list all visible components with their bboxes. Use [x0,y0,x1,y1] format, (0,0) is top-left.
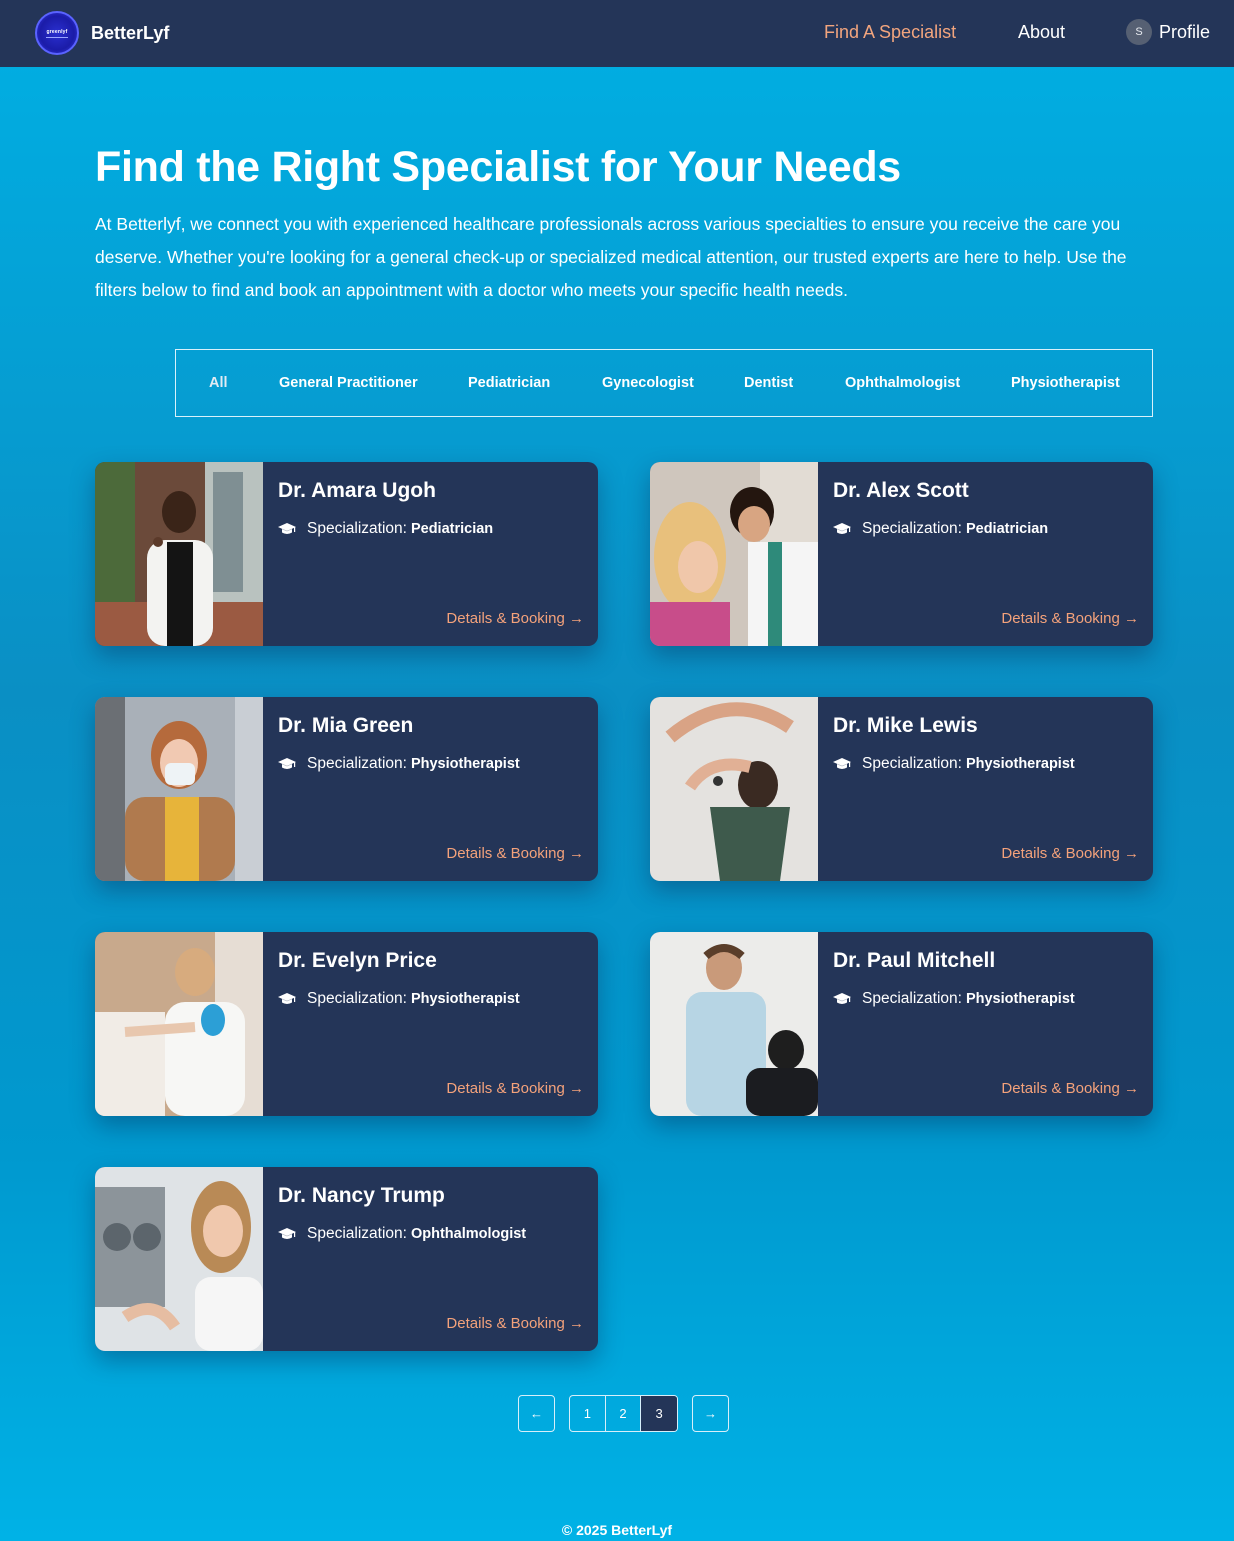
doctor-photo [650,932,818,1116]
page-title: Find the Right Specialist for Your Needs [95,143,901,191]
doctor-specialization: Specialization: Physiotherapist [278,755,520,773]
graduation-cap-icon [833,757,851,771]
specialization-label: Specialization: [307,755,407,772]
logo[interactable]: greenlyf [35,11,79,55]
specialization-value: Pediatrician [410,521,494,537]
logo-text: greenlyf [46,28,68,35]
doctor-specialization: Specialization: Physiotherapist [278,990,520,1008]
doctor-name: Dr. Paul Mitchell [833,949,996,972]
filter-general-practitioner[interactable]: General Practitioner [279,375,418,391]
doctor-photo [95,462,263,646]
doctor-name: Dr. Alex Scott [833,479,969,502]
details-booking-link[interactable]: Details & Booking → [446,1080,584,1097]
footer-copyright: © 2025 BetterLyf [561,1522,673,1538]
pagination-next-button[interactable]: → [692,1395,729,1432]
doctor-card[interactable]: Dr. Amara Ugoh Specialization: Pediatric… [95,462,598,646]
graduation-cap-icon [278,992,296,1006]
specialization-value: Ophthalmologist [410,1226,527,1242]
pagination-prev-button[interactable]: ← [518,1395,555,1432]
page-button-3[interactable]: 3 [641,1396,677,1431]
graduation-cap-icon [278,522,296,536]
pagination-pages: 1 2 3 [569,1395,678,1432]
doctor-specialization: Specialization: Physiotherapist [833,990,1075,1008]
profile-label[interactable]: Profile [1159,22,1210,43]
specialization-label: Specialization: [307,1225,407,1242]
details-booking-link[interactable]: Details & Booking → [1001,610,1139,627]
graduation-cap-icon [833,992,851,1006]
filter-ophthalmologist[interactable]: Ophthalmologist [845,375,960,391]
details-booking-link[interactable]: Details & Booking → [1001,845,1139,862]
doctor-card[interactable]: Dr. Paul Mitchell Specialization: Physio… [650,932,1153,1116]
specialization-value: Physiotherapist [410,991,520,1007]
filter-physiotherapist[interactable]: Physiotherapist [1011,375,1120,391]
doctor-specialization: Specialization: Ophthalmologist [278,1225,526,1243]
doctor-photo [650,697,818,881]
doctor-photo [95,697,263,881]
doctor-specialization: Specialization: Pediatrician [278,520,493,538]
specialization-value: Pediatrician [965,521,1049,537]
specialization-label: Specialization: [862,755,962,772]
filter-dentist[interactable]: Dentist [744,375,793,391]
doctor-card[interactable]: Dr. Mia Green Specialization: Physiother… [95,697,598,881]
doctor-photo [95,1167,263,1351]
brand[interactable]: greenlyf BetterLyf [35,11,169,55]
details-booking-link[interactable]: Details & Booking → [446,610,584,627]
details-booking-link[interactable]: Details & Booking → [446,1315,584,1332]
graduation-cap-icon [833,522,851,536]
details-booking-link[interactable]: Details & Booking → [446,845,584,862]
doctor-name: Dr. Nancy Trump [278,1184,445,1207]
brand-name[interactable]: BetterLyf [91,23,169,44]
specialty-filter-bar: All General Practitioner Pediatrician Gy… [175,349,1153,417]
arrow-right-icon: → [704,1406,717,1421]
filter-all[interactable]: All [209,375,228,391]
page-button-2[interactable]: 2 [606,1396,642,1431]
nav-profile[interactable]: S Profile [1126,19,1210,45]
specialization-label: Specialization: [862,520,962,537]
avatar[interactable]: S [1126,19,1152,45]
doctor-specialization: Specialization: Physiotherapist [833,755,1075,773]
doctor-name: Dr. Amara Ugoh [278,479,436,502]
doctor-name: Dr. Evelyn Price [278,949,437,972]
specialization-label: Specialization: [307,520,407,537]
doctor-card[interactable]: Dr. Evelyn Price Specialization: Physiot… [95,932,598,1116]
logo-divider [46,36,68,38]
graduation-cap-icon [278,757,296,771]
filter-gynecologist[interactable]: Gynecologist [602,375,694,391]
details-booking-link[interactable]: Details & Booking → [1001,1080,1139,1097]
page-button-1[interactable]: 1 [570,1396,606,1431]
doctor-name: Dr. Mia Green [278,714,414,737]
doctor-photo [95,932,263,1116]
graduation-cap-icon [278,1227,296,1241]
doctor-name: Dr. Mike Lewis [833,714,978,737]
doctor-card[interactable]: Dr. Nancy Trump Specialization: Ophthalm… [95,1167,598,1351]
nav-find-specialist[interactable]: Find A Specialist [824,22,956,43]
navbar: greenlyf BetterLyf Find A Specialist Abo… [0,0,1234,67]
specialization-value: Physiotherapist [965,756,1075,772]
specialization-value: Physiotherapist [410,756,520,772]
specialization-label: Specialization: [862,990,962,1007]
doctor-card[interactable]: Dr. Alex Scott Specialization: Pediatric… [650,462,1153,646]
specialization-value: Physiotherapist [965,991,1075,1007]
specialization-label: Specialization: [307,990,407,1007]
arrow-left-icon: ← [530,1406,543,1421]
doctor-photo [650,462,818,646]
filter-pediatrician[interactable]: Pediatrician [468,375,550,391]
page-description: At Betterlyf, we connect you with experi… [95,214,1127,300]
doctor-specialization: Specialization: Pediatrician [833,520,1048,538]
doctor-card[interactable]: Dr. Mike Lewis Specialization: Physiothe… [650,697,1153,881]
nav-about[interactable]: About [1018,22,1065,43]
